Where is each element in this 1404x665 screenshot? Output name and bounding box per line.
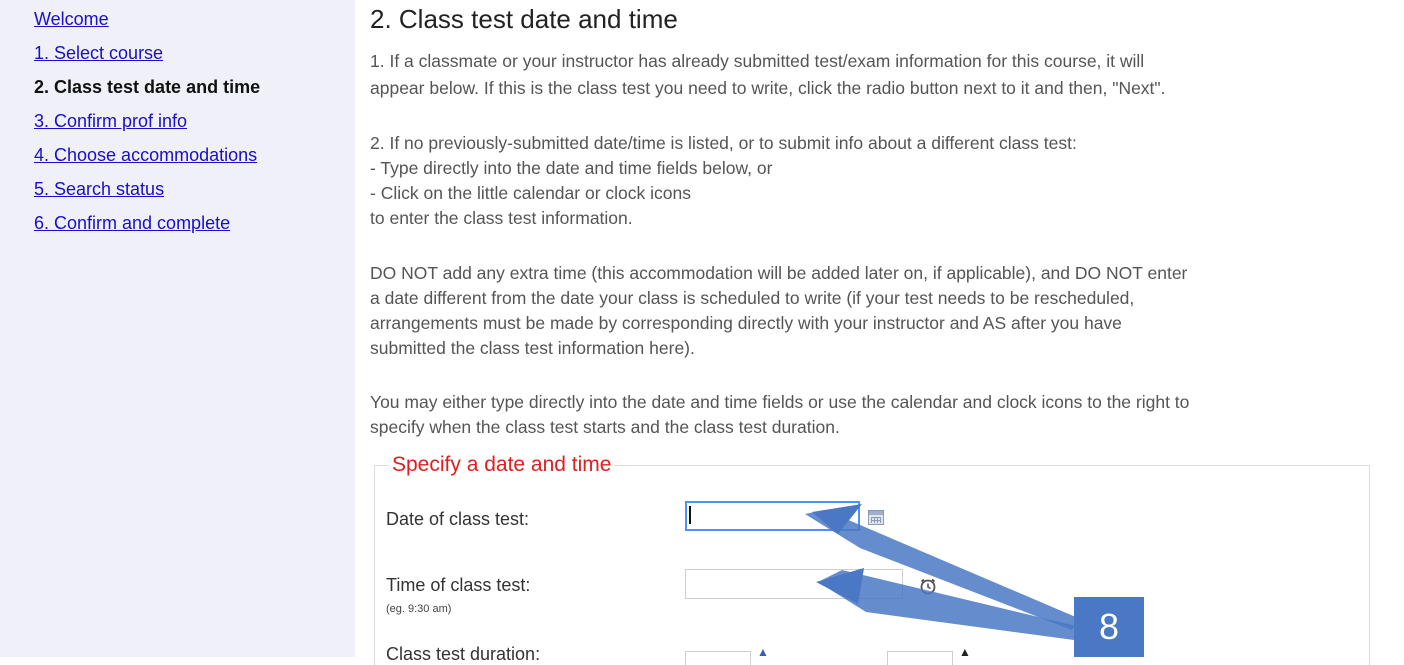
- warning-line-3: arrangements must be made by correspondi…: [370, 313, 1122, 333]
- hours-up-icon[interactable]: ▲: [757, 646, 769, 658]
- sidebar-item-class-test-date-time: 2. Class test date and time: [34, 77, 261, 97]
- sidebar-item-welcome[interactable]: Welcome: [34, 8, 109, 30]
- date-input[interactable]: [685, 501, 860, 531]
- minutes-up-icon[interactable]: ▲: [959, 646, 971, 658]
- fieldset-legend: Specify a date and time: [389, 452, 615, 478]
- warning-line-2: a date different from the date your clas…: [370, 288, 1135, 308]
- step-number-badge: 8: [1074, 597, 1144, 657]
- page-title: 2. Class test date and time: [370, 4, 678, 34]
- sidebar-item-select-course[interactable]: 1. Select course: [34, 42, 163, 64]
- calendar-icon[interactable]: [868, 510, 884, 525]
- sidebar-item-choose-accommodations[interactable]: 4. Choose accommodations: [34, 144, 257, 166]
- date-input-wrapper: [685, 501, 860, 531]
- duration-hours-input[interactable]: [685, 651, 751, 665]
- warning-line-1: DO NOT add any extra time (this accommod…: [370, 263, 1188, 283]
- instructions-line-3: - Click on the little calendar or clock …: [370, 183, 691, 203]
- text-cursor: [689, 506, 691, 524]
- time-input[interactable]: [685, 569, 903, 599]
- time-label: Time of class test:: [386, 575, 531, 595]
- sidebar-item-confirm-prof-info[interactable]: 3. Confirm prof info: [34, 110, 187, 132]
- sidebar-item-search-status[interactable]: 5. Search status: [34, 178, 164, 200]
- date-label: Date of class test:: [386, 509, 530, 529]
- time-hint: (eg. 9:30 am): [386, 603, 452, 615]
- instructions-line-1: 2. If no previously-submitted date/time …: [370, 133, 1077, 153]
- duration-minutes-input[interactable]: [887, 651, 953, 665]
- instructions-line-4: to enter the class test information.: [370, 208, 633, 228]
- warning-line-4: submitted the class test information her…: [370, 338, 695, 358]
- hint-line-2: specify when the class test starts and t…: [370, 417, 840, 437]
- hint-line-1: You may either type directly into the da…: [370, 392, 1190, 412]
- clock-icon[interactable]: [918, 576, 938, 596]
- instructions-line-2: - Type directly into the date and time f…: [370, 158, 773, 178]
- date-time-fieldset: Specify a date and time Date of class te…: [374, 452, 1370, 665]
- sidebar-nav: Welcome 1. Select course 2. Class test d…: [0, 0, 355, 657]
- sidebar-item-confirm-complete[interactable]: 6. Confirm and complete: [34, 212, 230, 234]
- intro-line-2: appear below. If this is the class test …: [370, 78, 1166, 98]
- duration-label: Class test duration:: [386, 644, 541, 664]
- intro-line-1: 1. If a classmate or your instructor has…: [370, 51, 1145, 71]
